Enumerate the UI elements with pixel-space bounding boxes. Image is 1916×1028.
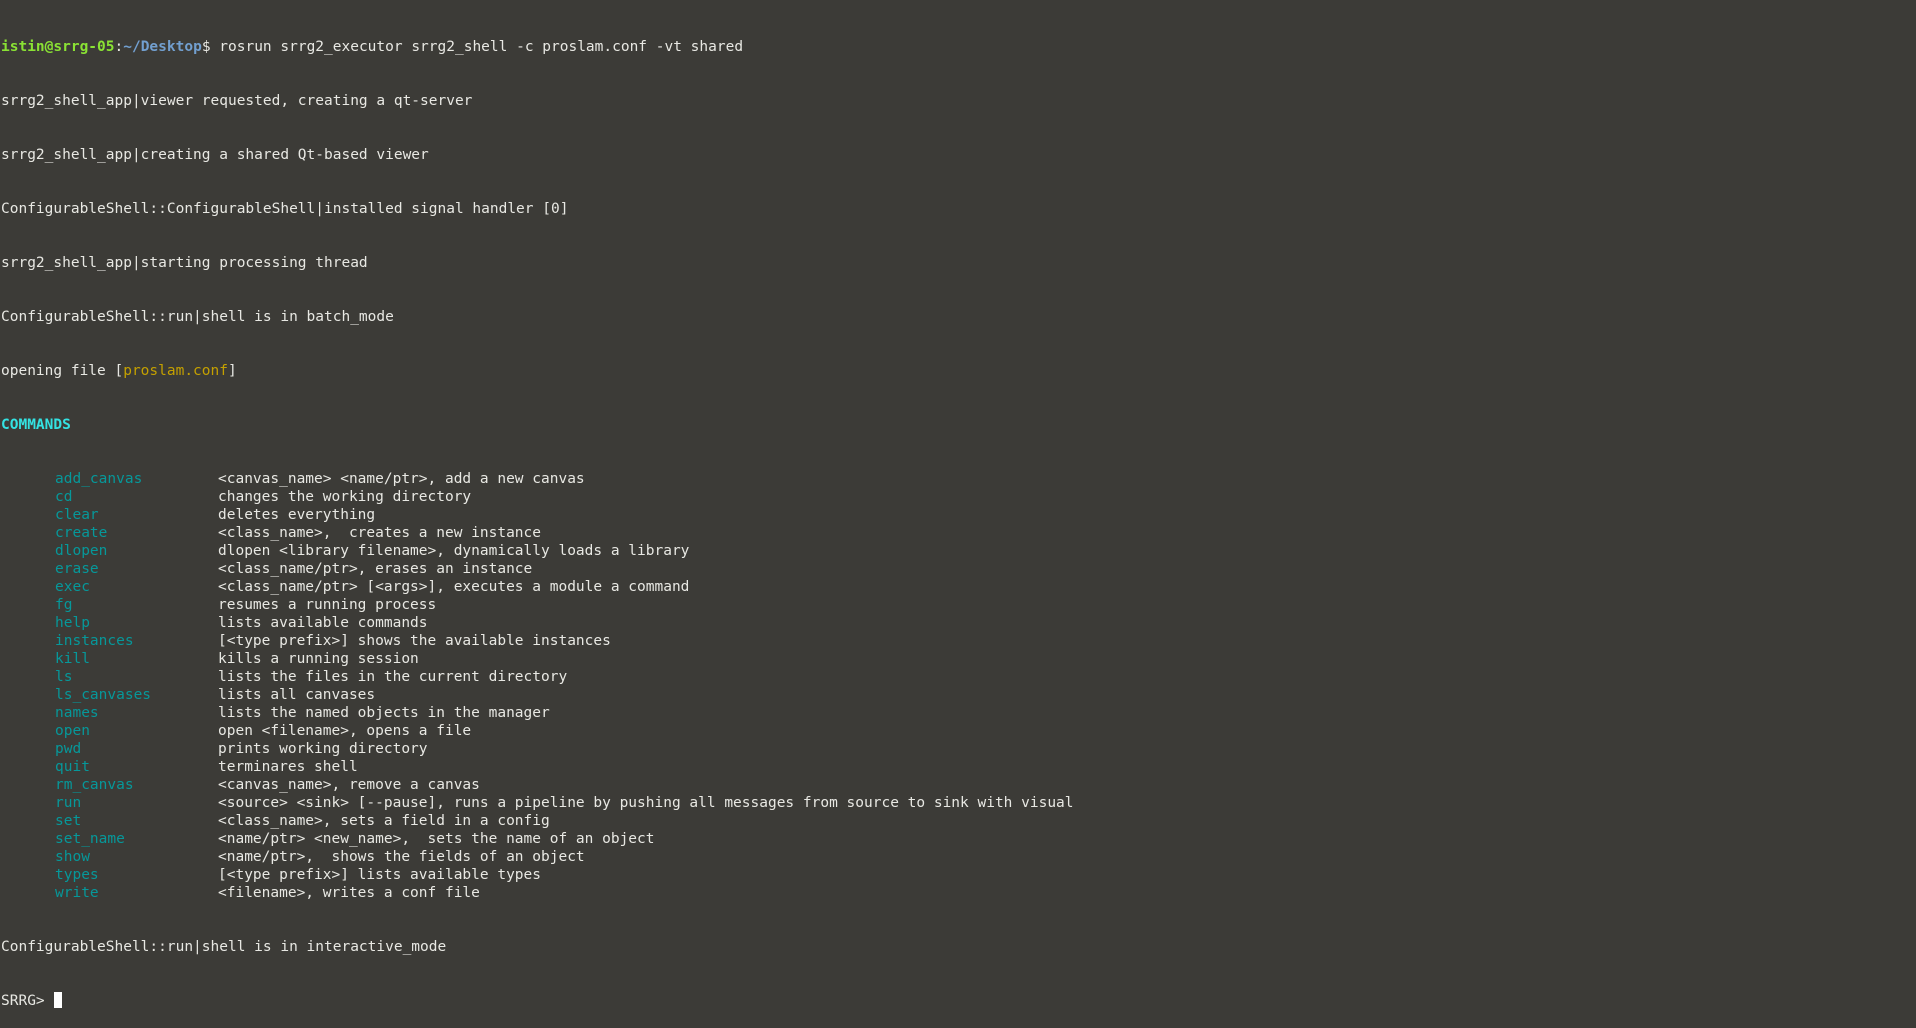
command-name: fg bbox=[55, 597, 73, 613]
command-row: clear deletes everything bbox=[1, 506, 1916, 524]
prompt-path: ~/Desktop bbox=[123, 39, 202, 55]
command-row: rm_canvas <canvas_name>, remove a canvas bbox=[1, 776, 1916, 794]
log-line: srrg2_shell_app|starting processing thre… bbox=[1, 255, 368, 271]
command-row: kill kills a running session bbox=[1, 650, 1916, 668]
command-name: set_name bbox=[55, 831, 125, 847]
command-row: quit terminares shell bbox=[1, 758, 1916, 776]
command-row: set <class_name>, sets a field in a confi… bbox=[1, 812, 1916, 830]
command-row: ls_canvases lists all canvases bbox=[1, 686, 1916, 704]
command-description: <class_name/ptr> [<args>], executes a mo… bbox=[218, 579, 690, 595]
command-name: create bbox=[55, 525, 108, 541]
command-description: deletes everything bbox=[218, 507, 376, 523]
command-row: add_canvas <canvas_name> <name/ptr>, add … bbox=[1, 470, 1916, 488]
opening-file-line: opening file [proslam.conf] bbox=[1, 362, 1916, 380]
command-description: dlopen <library filename>, dynamically l… bbox=[218, 543, 690, 559]
command-name: show bbox=[55, 849, 90, 865]
command-name: run bbox=[55, 795, 82, 811]
command-name: open bbox=[55, 723, 90, 739]
prompt-separator: : bbox=[114, 39, 124, 55]
log-line: ConfigurableShell::run|shell is in batch… bbox=[1, 309, 394, 325]
entered-command: rosrun srrg2_executor srrg2_shell -c pro… bbox=[210, 39, 744, 55]
command-row: cd changes the working directory bbox=[1, 488, 1916, 506]
command-name: instances bbox=[55, 633, 134, 649]
command-row: write <filename>, writes a conf file bbox=[1, 884, 1916, 902]
command-description: <canvas_name>, remove a canvas bbox=[218, 777, 480, 793]
command-description: <filename>, writes a conf file bbox=[218, 885, 480, 901]
command-description: lists available commands bbox=[218, 615, 428, 631]
command-description: resumes a running process bbox=[218, 597, 437, 613]
command-description: lists all canvases bbox=[218, 687, 376, 703]
command-description: kills a running session bbox=[218, 651, 419, 667]
command-row: erase <class_name/ptr>, erases an instanc… bbox=[1, 560, 1916, 578]
command-row: show <name/ptr>, shows the fields of an o… bbox=[1, 848, 1916, 866]
command-name: ls bbox=[55, 669, 73, 685]
command-row: instances [<type prefix>] shows the avail… bbox=[1, 632, 1916, 650]
log-line: srrg2_shell_app|viewer requested, creati… bbox=[1, 93, 473, 109]
command-description: lists the named objects in the manager bbox=[218, 705, 550, 721]
command-name: dlopen bbox=[55, 543, 108, 559]
command-description: [<type prefix>] shows the available inst… bbox=[218, 633, 611, 649]
command-row: exec <class_name/ptr> [<args>], executes … bbox=[1, 578, 1916, 596]
command-description: <class_name>, creates a new instance bbox=[218, 525, 542, 541]
command-row: help lists available commands bbox=[1, 614, 1916, 632]
command-name: names bbox=[55, 705, 99, 721]
command-name: help bbox=[55, 615, 90, 631]
command-row: fg resumes a running process bbox=[1, 596, 1916, 614]
user-host: istin@srrg-05 bbox=[1, 39, 115, 55]
command-row: set_name <name/ptr> <new_name>, sets the … bbox=[1, 830, 1916, 848]
command-description: changes the working directory bbox=[218, 489, 472, 505]
command-row: dlopen dlopen <library filename>, dynamic… bbox=[1, 542, 1916, 560]
command-name: ls_canvases bbox=[55, 687, 152, 703]
command-name: write bbox=[55, 885, 99, 901]
command-name: set bbox=[55, 813, 82, 829]
commands-header: COMMANDS bbox=[1, 417, 71, 433]
log-line: srrg2_shell_app|creating a shared Qt-bas… bbox=[1, 147, 429, 163]
opening-suffix: ] bbox=[227, 363, 237, 379]
shell-input-line[interactable]: SRRG> bbox=[1, 992, 1916, 1010]
command-name: cd bbox=[55, 489, 73, 505]
command-description: prints working directory bbox=[218, 741, 428, 757]
command-row: pwd prints working directory bbox=[1, 740, 1916, 758]
text-cursor[interactable] bbox=[54, 992, 63, 1008]
command-description: open <filename>, opens a file bbox=[218, 723, 472, 739]
shell-prompt: SRRG> bbox=[1, 993, 54, 1009]
commands-list: add_canvas <canvas_name> <name/ptr>, add … bbox=[1, 470, 1916, 902]
command-name: exec bbox=[55, 579, 90, 595]
command-name: rm_canvas bbox=[55, 777, 134, 793]
command-description: lists the files in the current directory bbox=[218, 669, 568, 685]
terminal-window[interactable]: istin@srrg-05:~/Desktop$ rosrun srrg2_ex… bbox=[0, 0, 1916, 1009]
command-description: <canvas_name> <name/ptr>, add a new canv… bbox=[218, 471, 585, 487]
opening-prefix: opening file [ bbox=[1, 363, 124, 379]
command-name: types bbox=[55, 867, 99, 883]
opened-file-name: proslam.conf bbox=[123, 363, 228, 379]
log-line: ConfigurableShell::ConfigurableShell|ins… bbox=[1, 201, 569, 217]
command-row: types [<type prefix>] lists available typ… bbox=[1, 866, 1916, 884]
command-name: clear bbox=[55, 507, 99, 523]
command-description: <source> <sink> [--pause], runs a pipeli… bbox=[218, 795, 1074, 811]
command-row: open open <filename>, opens a file bbox=[1, 722, 1916, 740]
command-row: run <source> <sink> [--pause], runs a pip… bbox=[1, 794, 1916, 812]
command-description: terminares shell bbox=[218, 759, 358, 775]
command-prompt-line: istin@srrg-05:~/Desktop$ rosrun srrg2_ex… bbox=[1, 38, 1916, 56]
command-description: [<type prefix>] lists available types bbox=[218, 867, 542, 883]
command-name: pwd bbox=[55, 741, 82, 757]
prompt-symbol: $ bbox=[201, 39, 211, 55]
command-name: add_canvas bbox=[55, 471, 143, 487]
command-name: quit bbox=[55, 759, 90, 775]
command-description: <class_name/ptr>, erases an instance bbox=[218, 561, 533, 577]
command-row: ls lists the files in the current directo… bbox=[1, 668, 1916, 686]
command-description: <name/ptr> <new_name>, sets the name of … bbox=[218, 831, 655, 847]
command-name: erase bbox=[55, 561, 99, 577]
command-row: create <class_name>, creates a new instan… bbox=[1, 524, 1916, 542]
command-row: names lists the named objects in the mana… bbox=[1, 704, 1916, 722]
command-name: kill bbox=[55, 651, 90, 667]
command-description: <name/ptr>, shows the fields of an objec… bbox=[218, 849, 585, 865]
final-status-line: ConfigurableShell::run|shell is in inter… bbox=[1, 939, 447, 955]
command-description: <class_name>, sets a field in a config bbox=[218, 813, 550, 829]
